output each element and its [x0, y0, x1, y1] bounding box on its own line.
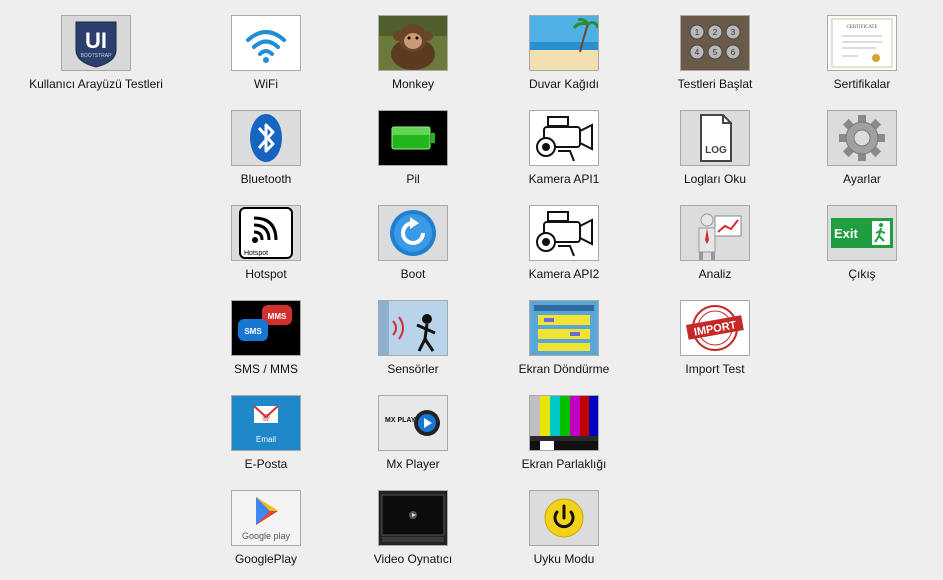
sleep-mode-label: Uyku Modu	[533, 552, 595, 566]
exit-sign-icon: Exit	[827, 205, 897, 261]
certificates-label: Sertifikalar	[833, 77, 891, 91]
camera2-label: Kamera API2	[528, 267, 600, 281]
video-player-icon	[378, 490, 448, 546]
boot-refresh-icon	[378, 205, 448, 261]
wifi-tile[interactable]: WiFi	[191, 15, 341, 101]
camera1-tile[interactable]: Kamera API1	[489, 110, 639, 196]
sensor-icon	[378, 300, 448, 356]
start-tests-label: Testleri Başlat	[677, 77, 753, 91]
settings-label: Ayarlar	[843, 172, 881, 186]
svg-text:6: 6	[731, 48, 736, 57]
sms-mms-icon: MMS SMS	[231, 300, 301, 356]
boot-label: Boot	[400, 267, 426, 281]
screen-rotation-icon	[529, 300, 599, 356]
screen-rotation-label: Ekran Döndürme	[518, 362, 610, 376]
svg-text:5: 5	[713, 48, 718, 57]
exit-label: Çıkış	[848, 267, 876, 281]
screen-brightness-tile[interactable]: Ekran Parlaklığı	[489, 395, 639, 481]
google-play-tile[interactable]: Google play GooglePlay	[191, 490, 341, 576]
video-player-tile[interactable]: Video Oynatıcı	[338, 490, 488, 576]
screen-rotation-tile[interactable]: Ekran Döndürme	[489, 300, 639, 386]
ui-tests-tile[interactable]: UI BOOTSTRAP Kullanıcı Arayüzü Testleri	[21, 15, 171, 101]
camera1-label: Kamera API1	[528, 172, 600, 186]
bluetooth-tile[interactable]: Bluetooth	[191, 110, 341, 196]
analysis-label: Analiz	[698, 267, 732, 281]
mms-text: MMS	[268, 312, 287, 321]
monkey-tile[interactable]: Monkey	[338, 15, 488, 101]
svg-text:1: 1	[695, 28, 700, 37]
log-file-icon: LOG	[680, 110, 750, 166]
sleep-mode-tile[interactable]: Uyku Modu	[489, 490, 639, 576]
ui-logo-text: UI	[85, 28, 107, 53]
gear-icon	[827, 110, 897, 166]
exit-sign-text: Exit	[834, 226, 859, 241]
color-bars-icon	[529, 395, 599, 451]
sms-text: SMS	[244, 327, 262, 336]
email-label: E-Posta	[244, 457, 288, 471]
mx-player-label: Mx Player	[386, 457, 440, 471]
ui-bootstrap-icon: UI BOOTSTRAP	[61, 15, 131, 71]
svg-text:@: @	[262, 413, 270, 422]
battery-tile[interactable]: Pil	[338, 110, 488, 196]
camera2-tile[interactable]: Kamera API2	[489, 205, 639, 291]
google-play-text: Google play	[242, 531, 291, 541]
google-play-icon: Google play	[231, 490, 301, 546]
log-text: LOG	[705, 145, 727, 156]
email-tile[interactable]: @ Email E-Posta	[191, 395, 341, 481]
google-play-label: GooglePlay	[234, 552, 298, 566]
ui-logo-subtext: BOOTSTRAP	[81, 53, 113, 59]
hotspot-icon: Hotspot	[231, 205, 301, 261]
read-logs-label: Logları Oku	[683, 172, 747, 186]
power-icon	[529, 490, 599, 546]
certificate-text: CERTIFICATE	[846, 25, 877, 30]
wallpaper-label: Duvar Kağıdı	[528, 77, 600, 91]
hotspot-caption: Hotspot	[244, 250, 268, 257]
wallpaper-tile[interactable]: Duvar Kağıdı	[489, 15, 639, 101]
camera-icon	[529, 110, 599, 166]
analysis-tile[interactable]: Analiz	[640, 205, 790, 291]
svg-text:3: 3	[731, 28, 736, 37]
email-caption: Email	[256, 435, 276, 444]
battery-label: Pil	[406, 172, 420, 186]
wallpaper-icon	[529, 15, 599, 71]
hotspot-label: Hotspot	[245, 267, 287, 281]
settings-tile[interactable]: Ayarlar	[787, 110, 937, 196]
svg-text:2: 2	[713, 28, 718, 37]
sms-mms-tile[interactable]: MMS SMS SMS / MMS	[191, 300, 341, 386]
certificates-tile[interactable]: CERTIFICATE Sertifikalar	[787, 15, 937, 101]
bluetooth-icon	[231, 110, 301, 166]
import-test-tile[interactable]: IMPORT Import Test	[640, 300, 790, 386]
sensors-tile[interactable]: Sensörler	[338, 300, 488, 386]
import-test-label: Import Test	[685, 362, 745, 376]
camera-icon	[529, 205, 599, 261]
email-icon: @ Email	[231, 395, 301, 451]
video-player-label: Video Oynatıcı	[373, 552, 453, 566]
start-tests-tile[interactable]: 1 2 3 4 5 6 Testleri Başlat	[640, 15, 790, 101]
wifi-icon	[231, 15, 301, 71]
svg-text:4: 4	[695, 48, 700, 57]
monkey-icon	[378, 15, 448, 71]
screen-brightness-label: Ekran Parlaklığı	[521, 457, 607, 471]
bluetooth-label: Bluetooth	[240, 172, 292, 186]
hotspot-tile[interactable]: Hotspot Hotspot	[191, 205, 341, 291]
mx-player-icon: MX PLAYER	[378, 395, 448, 451]
sensors-label: Sensörler	[387, 362, 439, 376]
battery-icon	[378, 110, 448, 166]
exit-tile[interactable]: Exit Çıkış	[787, 205, 937, 291]
wifi-label: WiFi	[254, 77, 278, 91]
read-logs-tile[interactable]: LOG Logları Oku	[640, 110, 790, 196]
certificate-icon: CERTIFICATE	[827, 15, 897, 71]
analysis-icon	[680, 205, 750, 261]
keypad-icon: 1 2 3 4 5 6	[680, 15, 750, 71]
import-stamp-icon: IMPORT	[680, 300, 750, 356]
sms-mms-label: SMS / MMS	[233, 362, 298, 376]
boot-tile[interactable]: Boot	[338, 205, 488, 291]
mx-player-tile[interactable]: MX PLAYER Mx Player	[338, 395, 488, 481]
ui-tests-label: Kullanıcı Arayüzü Testleri	[29, 77, 163, 91]
monkey-label: Monkey	[391, 77, 435, 91]
